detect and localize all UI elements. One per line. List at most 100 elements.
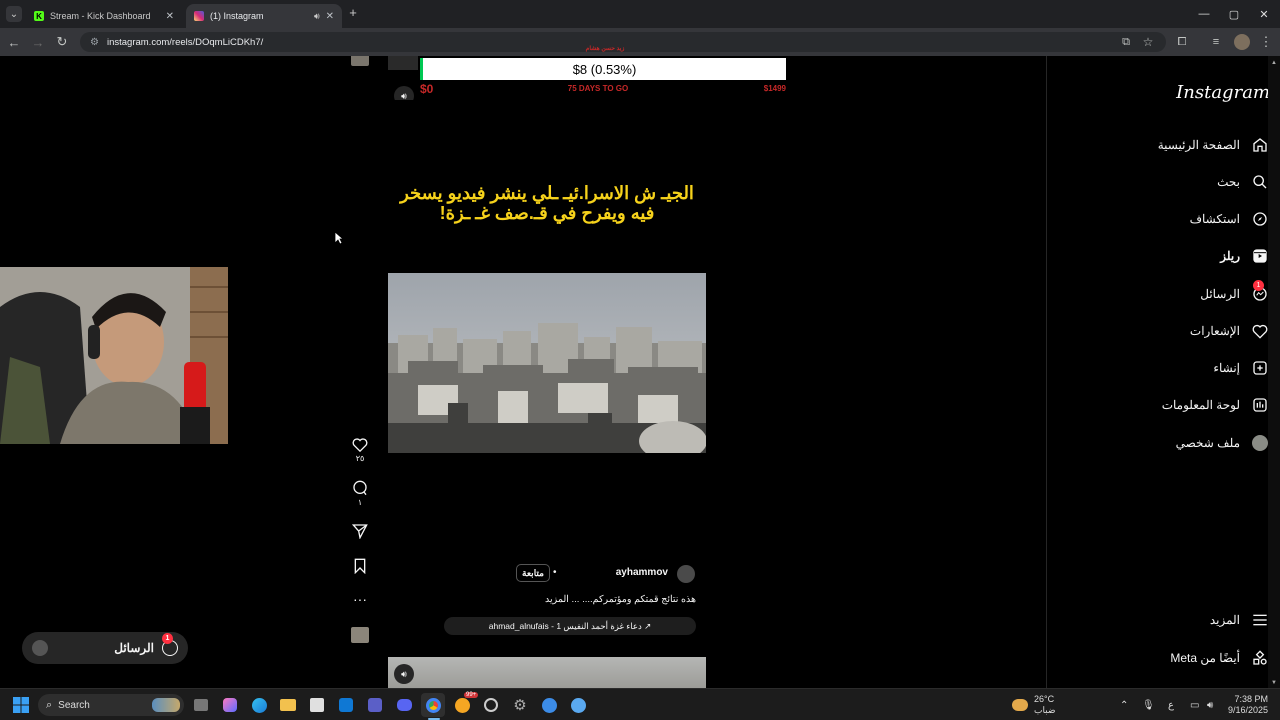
clock[interactable]: 7:38 PM 9/16/2025 xyxy=(1226,689,1268,720)
clock-date: 9/16/2025 xyxy=(1227,705,1268,715)
nav-item-more[interactable]: المزيد xyxy=(1046,605,1280,635)
audio-pill[interactable]: ahmad_alnufais - دعاء غزة أحمد النفيس 1 … xyxy=(444,617,696,635)
teams-icon[interactable] xyxy=(363,693,387,717)
app-icon-circle[interactable] xyxy=(479,693,503,717)
speaker-icon[interactable]: 🔊︎ xyxy=(314,11,320,22)
nav-label: المزيد xyxy=(1209,613,1240,627)
next-reel-preview[interactable] xyxy=(388,657,706,688)
app-icon-blue-2[interactable] xyxy=(566,693,590,717)
minimize-icon[interactable]: — xyxy=(1188,0,1220,28)
scroll-down-icon[interactable]: ▼ xyxy=(1271,680,1277,686)
avatar[interactable] xyxy=(677,565,695,583)
store-icon[interactable] xyxy=(305,693,329,717)
tab-kick[interactable]: K Stream - Kick Dashboard ✕ xyxy=(26,4,182,28)
nav-item-dashboard[interactable]: لوحة المعلومات xyxy=(1046,390,1280,420)
microphone-icon[interactable]: 🎙︎ xyxy=(1142,689,1155,720)
prev-post-avatar[interactable] xyxy=(351,56,369,66)
weather-widget[interactable]: 26°C ضباب xyxy=(1012,689,1056,720)
file-explorer-icon[interactable] xyxy=(276,693,300,717)
threads-apps-icon xyxy=(1250,648,1270,668)
media-control-icon[interactable]: ≡ xyxy=(1204,28,1228,56)
tab-search-icon[interactable]: ⌄ xyxy=(6,6,22,22)
save-button[interactable] xyxy=(345,558,375,576)
home-icon xyxy=(1250,135,1270,155)
forward-icon[interactable]: → xyxy=(26,28,50,56)
messenger-icon: 1 xyxy=(1250,280,1270,304)
scroll-up-icon[interactable]: ▲ xyxy=(1271,60,1277,66)
tab-instagram[interactable]: (1) Instagram 🔊︎ ✕ xyxy=(186,4,342,28)
close-tab-icon[interactable]: ✕ xyxy=(166,11,174,22)
close-window-icon[interactable]: ✕ xyxy=(1248,0,1280,28)
nav-item-search[interactable]: بحث xyxy=(1046,167,1280,197)
instagram-logo[interactable]: Instagram xyxy=(1176,82,1270,103)
nav-label: أيضًا من Meta xyxy=(1170,651,1240,665)
kick-icon: K xyxy=(34,11,44,21)
menu-icon[interactable]: ⋮ xyxy=(1254,28,1278,56)
instagram-sidebar: Instagram الصفحة الرئيسية بحث استكشاف ري… xyxy=(1046,56,1280,688)
audio-cover-thumb[interactable] xyxy=(351,627,369,643)
weather-desc: ضباب xyxy=(1034,705,1056,715)
nav-item-create[interactable]: إنشاء xyxy=(1046,353,1280,383)
tray-overflow-icon[interactable]: ⌃ xyxy=(1120,689,1128,720)
nav-item-notifications[interactable]: الإشعارات xyxy=(1046,316,1280,346)
nav-label: استكشاف xyxy=(1189,212,1240,226)
nav-label: بحث xyxy=(1217,175,1240,189)
task-view-icon[interactable] xyxy=(189,693,213,717)
messages-pill[interactable]: الرسائل 1 xyxy=(22,632,188,664)
discord-icon[interactable] xyxy=(392,693,416,717)
more-options-icon[interactable]: ··· xyxy=(345,592,375,606)
restore-icon[interactable]: ▢ xyxy=(1218,0,1250,28)
close-tab-icon[interactable]: ✕ xyxy=(326,11,334,22)
nav-item-profile[interactable]: ملف شخصي xyxy=(1046,428,1280,458)
outlook-icon[interactable] xyxy=(334,693,358,717)
comment-icon xyxy=(353,480,367,496)
reload-icon[interactable]: ↻ xyxy=(50,28,74,56)
goal-progress-bar: $8 (0.53%) xyxy=(420,58,786,80)
settings-gear-icon[interactable]: ⚙ xyxy=(508,693,532,717)
screen: { "browser": { "tabs": [ {"title": "Stre… xyxy=(0,0,1280,720)
messages-pill-label: الرسائل xyxy=(114,641,154,655)
copilot-icon[interactable] xyxy=(218,693,242,717)
like-button[interactable]: ٢٥ xyxy=(345,437,375,463)
taskbar-search-label: Search xyxy=(58,699,90,711)
share-button[interactable] xyxy=(345,523,375,541)
heart-icon xyxy=(352,438,368,452)
nav-label: لوحة المعلومات xyxy=(1161,398,1240,412)
back-icon[interactable]: ← xyxy=(2,28,26,56)
heart-icon xyxy=(1250,321,1270,341)
windows-start-icon[interactable] xyxy=(9,693,33,717)
reel-username[interactable]: ayhammov xyxy=(600,567,668,578)
nav-item-also-from-meta[interactable]: أيضًا من Meta xyxy=(1046,643,1280,673)
page-scrollbar[interactable]: ▲ ▼ xyxy=(1268,56,1280,688)
mouse-cursor-icon xyxy=(334,231,344,245)
nav-item-messages[interactable]: الرسائل 1 xyxy=(1046,279,1280,309)
bookmark-star-icon[interactable]: ☆ xyxy=(1136,28,1160,56)
nav-item-explore[interactable]: استكشاف xyxy=(1046,204,1280,234)
nav-item-home[interactable]: الصفحة الرئيسية xyxy=(1046,130,1280,160)
webcam-overlay xyxy=(0,267,228,444)
network-icon[interactable]: ▭ xyxy=(1190,689,1199,720)
comment-button[interactable]: ١ xyxy=(345,480,375,507)
nav-label: إنشاء xyxy=(1213,361,1240,375)
app-icon-blue[interactable] xyxy=(537,693,561,717)
nav-item-reels[interactable]: ريلز xyxy=(1046,241,1280,271)
site-info-icon[interactable]: ⚙ xyxy=(90,37,99,48)
taskbar-search[interactable]: ⌕ Search xyxy=(38,694,184,716)
edge-icon[interactable] xyxy=(247,693,271,717)
instagram-icon xyxy=(194,11,204,21)
volume-tray-icon[interactable]: 🔊︎ xyxy=(1207,689,1213,720)
search-highlight-image xyxy=(152,698,180,712)
profile-avatar[interactable] xyxy=(1234,34,1250,50)
new-tab-icon[interactable]: + xyxy=(346,6,360,20)
search-icon xyxy=(1250,172,1270,192)
reel-caption[interactable]: هذه نتائج قمتكم ومؤتمركم.... ... المزيد xyxy=(480,594,696,605)
follow-button[interactable]: متابعة xyxy=(516,564,550,582)
volume-icon[interactable]: 🔊︎ xyxy=(394,664,414,684)
install-app-icon[interactable]: ⧉ xyxy=(1114,28,1138,56)
chrome-icon[interactable] xyxy=(421,693,445,717)
extensions-icon[interactable]: ⧠ xyxy=(1170,28,1194,56)
messages-badge: 1 xyxy=(162,633,173,644)
language-indicator[interactable]: ع xyxy=(1168,689,1174,720)
bookmark-icon xyxy=(354,558,366,574)
tab-bar: ⌄ K Stream - Kick Dashboard ✕ (1) Instag… xyxy=(0,0,1280,28)
